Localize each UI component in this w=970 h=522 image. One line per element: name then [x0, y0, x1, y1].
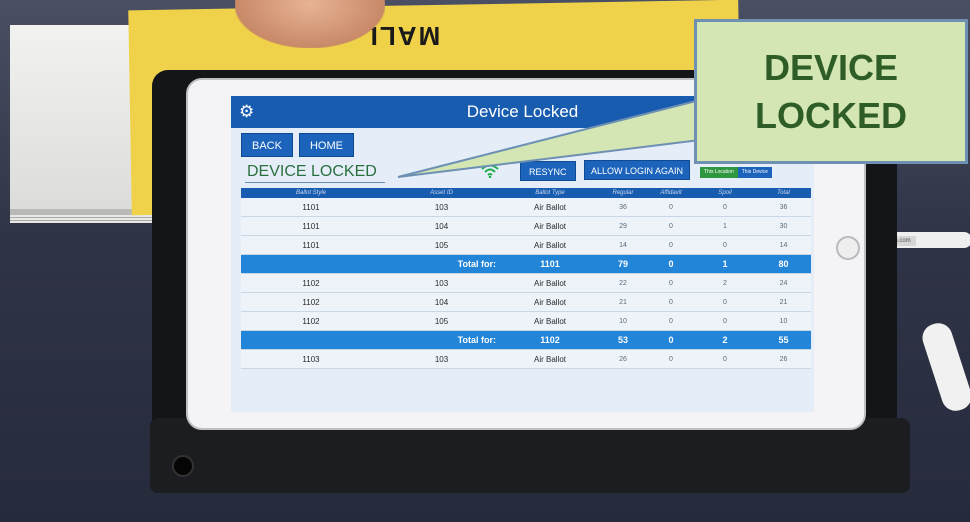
- cell-asset-id: 105: [434, 317, 449, 326]
- cell-ballot-style: 1102: [302, 317, 320, 326]
- back-button[interactable]: BACK: [241, 133, 293, 157]
- header-asset-id: Asset ID: [430, 190, 453, 196]
- cell-affidavit: 0: [669, 204, 673, 211]
- callout-line-2: LOCKED: [755, 94, 907, 136]
- total-total: 55: [778, 335, 789, 345]
- cell-total: 30: [779, 223, 788, 230]
- total-regular: 79: [617, 259, 628, 269]
- total-label: Total for:: [457, 335, 496, 345]
- cell-affidavit: 0: [669, 242, 673, 249]
- cell-total: 10: [779, 318, 788, 325]
- device-locked-status: DEVICE LOCKED: [247, 163, 377, 180]
- total-ballot-style: 1101: [540, 259, 560, 269]
- header-ballot-style: Ballot Style: [295, 190, 326, 196]
- total-spoil: 2: [722, 335, 728, 345]
- cell-total: 26: [779, 356, 788, 363]
- header-ballot-type: Ballot Type: [535, 190, 565, 196]
- total-row: Total for: 1101 79 0 1 80: [241, 255, 811, 274]
- cell-regular: 14: [619, 242, 627, 249]
- cell-ballot-style: 1103: [302, 355, 320, 364]
- cell-ballot-type: Air Ballot: [533, 355, 566, 364]
- cell-spoil: 0: [723, 204, 727, 211]
- total-spoil: 1: [722, 259, 728, 269]
- cell-asset-id: 104: [434, 222, 449, 231]
- cell-total: 24: [779, 280, 788, 287]
- hand: [235, 0, 385, 48]
- total-ballot-style: 1102: [540, 335, 560, 345]
- table-row[interactable]: 1103 103 Air Ballot 26 0 0 26: [241, 350, 811, 369]
- cell-regular: 29: [619, 223, 627, 230]
- status-underline: [245, 182, 385, 183]
- cell-asset-id: 104: [434, 298, 449, 307]
- cell-ballot-style: 1102: [302, 279, 320, 288]
- cell-ballot-type: Air Ballot: [533, 241, 566, 250]
- cell-asset-id: 103: [434, 203, 449, 212]
- table-row[interactable]: 1101 104 Air Ballot 29 0 1 30: [241, 217, 811, 236]
- cell-affidavit: 0: [669, 299, 673, 306]
- nav-buttons: BACK HOME: [241, 133, 354, 157]
- cell-spoil: 1: [723, 223, 727, 230]
- table-row[interactable]: 1102 103 Air Ballot 22 0 2 24: [241, 274, 811, 293]
- cell-ballot-type: Air Ballot: [533, 222, 566, 231]
- toggle-this-device[interactable]: This Device: [737, 167, 772, 178]
- cell-total: 14: [779, 242, 788, 249]
- resync-button[interactable]: RESYNC: [520, 161, 576, 181]
- cell-spoil: 2: [723, 280, 727, 287]
- cell-affidavit: 0: [669, 223, 673, 230]
- callout-box: DEVICE LOCKED: [694, 19, 968, 164]
- total-label: Total for:: [457, 259, 496, 269]
- table-row[interactable]: 1101 105 Air Ballot 14 0 0 14: [241, 236, 811, 255]
- total-affidavit: 0: [668, 259, 674, 269]
- cell-regular: 10: [619, 318, 627, 325]
- header-regular: Regular: [612, 190, 634, 196]
- callout-line-1: DEVICE: [763, 46, 899, 88]
- cell-affidavit: 0: [669, 318, 673, 325]
- cell-spoil: 0: [723, 299, 727, 306]
- cell-ballot-type: Air Ballot: [533, 203, 566, 212]
- total-total: 80: [778, 259, 789, 269]
- cell-asset-id: 103: [434, 279, 449, 288]
- table-row[interactable]: 1101 103 Air Ballot 36 0 0 36: [241, 198, 811, 217]
- wifi-icon: [481, 164, 499, 181]
- tablet-home-button[interactable]: [836, 236, 860, 260]
- cell-ballot-type: Air Ballot: [533, 298, 566, 307]
- cell-ballot-style: 1101: [302, 241, 320, 250]
- total-affidavit: 0: [668, 335, 674, 345]
- header-affidavit: Affidavit: [660, 190, 682, 196]
- cell-regular: 21: [619, 299, 627, 306]
- cell-asset-id: 103: [434, 355, 449, 364]
- table-row[interactable]: 1102 104 Air Ballot 21 0 0 21: [241, 293, 811, 312]
- total-row: Total for: 1102 53 0 2 55: [241, 331, 811, 350]
- cell-regular: 26: [619, 356, 627, 363]
- cell-affidavit: 0: [669, 356, 673, 363]
- cell-asset-id: 105: [434, 241, 449, 250]
- cell-ballot-type: Air Ballot: [533, 317, 566, 326]
- stand-lock-hole: [172, 455, 194, 477]
- total-spacer: [241, 331, 381, 350]
- cell-affidavit: 0: [669, 280, 673, 287]
- cell-spoil: 0: [723, 356, 727, 363]
- cell-total: 36: [779, 204, 788, 211]
- cell-regular: 22: [619, 280, 627, 287]
- total-spacer: [241, 255, 381, 274]
- ballot-table: Ballot Style Asset ID Ballot Type Regula…: [241, 188, 811, 369]
- total-regular: 53: [617, 335, 628, 345]
- header-total: Total: [777, 190, 790, 196]
- cell-regular: 36: [619, 204, 627, 211]
- table-row[interactable]: 1102 105 Air Ballot 10 0 0 10: [241, 312, 811, 331]
- cell-total: 21: [779, 299, 788, 306]
- cell-ballot-style: 1101: [302, 203, 320, 212]
- cell-spoil: 0: [723, 242, 727, 249]
- cell-ballot-style: 1101: [302, 222, 320, 231]
- scope-toggle[interactable]: This Location This Device: [700, 167, 772, 178]
- toggle-this-location[interactable]: This Location: [700, 167, 738, 178]
- home-button[interactable]: HOME: [298, 133, 354, 157]
- table-header: Ballot Style Asset ID Ballot Type Regula…: [241, 188, 811, 198]
- header-spoil: Spoil: [718, 190, 732, 196]
- cell-spoil: 0: [723, 318, 727, 325]
- allow-login-again-button[interactable]: ALLOW LOGIN AGAIN: [584, 160, 691, 180]
- cell-ballot-style: 1102: [302, 298, 320, 307]
- cell-ballot-type: Air Ballot: [533, 279, 566, 288]
